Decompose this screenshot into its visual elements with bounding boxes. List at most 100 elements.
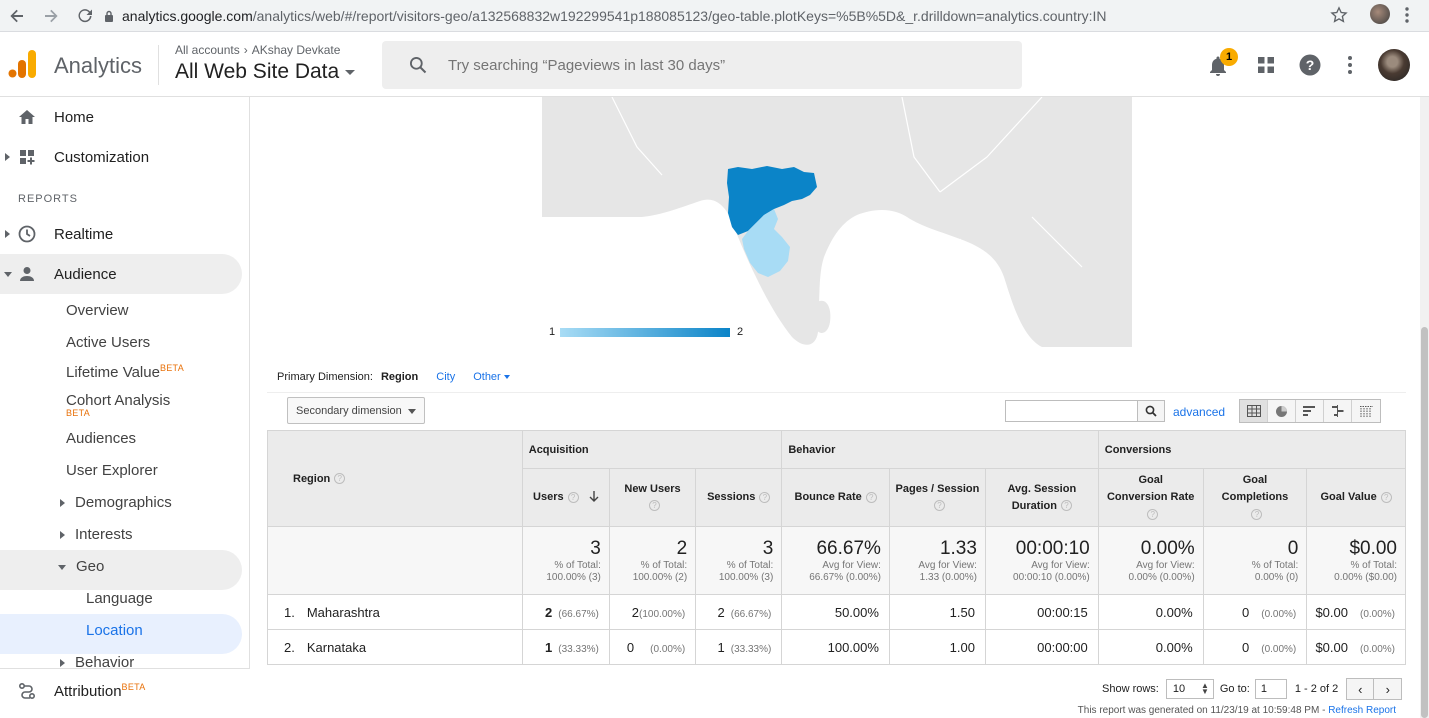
address-bar[interactable]: analytics.google.com/analytics/web/#/rep… (104, 4, 1394, 28)
help-icon[interactable]: ? (1380, 491, 1392, 503)
account-breadcrumb[interactable]: All accounts › AKshay Devkate (175, 43, 340, 57)
scrollbar-thumb[interactable] (1421, 327, 1428, 718)
app-header: Analytics All accounts › AKshay Devkate Al… (0, 33, 1429, 97)
region-link[interactable]: Karnataka (307, 640, 366, 655)
sidebar-item-lifetime-value[interactable]: Lifetime ValueBETA (66, 363, 184, 381)
back-icon[interactable] (6, 5, 28, 27)
sidebar-item-audiences[interactable]: Audiences (66, 430, 136, 447)
table-filter-input[interactable] (1005, 400, 1138, 422)
cell-percent: (0.00%) (1261, 643, 1297, 655)
sidebar-item-location[interactable]: Location (86, 622, 143, 639)
goal-conversion-rate-cell: 0.00% (1097, 629, 1204, 665)
help-icon[interactable]: ? (1147, 508, 1159, 520)
analytics-logo-icon[interactable] (8, 49, 38, 79)
more-vert-icon[interactable] (1347, 55, 1353, 75)
total-detail: 100.00% (2) (632, 571, 688, 583)
sidebar-label: Geo (76, 558, 105, 575)
row-index: 2. (284, 639, 295, 655)
dimension-other[interactable]: Other (473, 371, 510, 383)
geo-map[interactable] (542, 97, 1132, 349)
sidebar-item-user-explorer[interactable]: User Explorer (66, 462, 158, 479)
column-header-goal-conversion-rate[interactable]: Goal Conversion Rate? (1097, 468, 1204, 527)
column-label: Sessions (707, 491, 756, 503)
column-header-pages-per-session[interactable]: Pages / Session? (888, 468, 986, 527)
next-page-button[interactable]: › (1374, 679, 1402, 699)
region-cell: 2. Karnataka (267, 629, 523, 665)
help-icon[interactable]: ? (759, 491, 771, 503)
sidebar-item-overview[interactable]: Overview (66, 302, 129, 319)
rows-per-page-select[interactable]: 10 ▲ ▼ (1165, 679, 1214, 699)
help-icon[interactable]: ? (334, 473, 346, 485)
total-value: 0.00% (1140, 537, 1195, 559)
app-name: Analytics (54, 53, 143, 78)
sidebar-item-interests[interactable]: Interests (60, 526, 133, 543)
apps-grid-icon[interactable] (1257, 56, 1275, 74)
help-icon[interactable]: ? (933, 500, 945, 512)
sidebar-label: Cohort Analysis (66, 392, 171, 409)
bookmark-star-icon[interactable] (1330, 6, 1348, 24)
column-header-goal-value[interactable]: Goal Value? (1306, 468, 1406, 527)
cell-value: 2 (631, 604, 640, 620)
column-header-avg-session-duration[interactable]: Avg. Session Duration? (984, 468, 1099, 527)
column-header-region[interactable]: Region? (267, 430, 523, 527)
forward-icon[interactable] (40, 5, 62, 27)
help-icon[interactable]: ? (649, 500, 661, 512)
table-filter-search-button[interactable] (1137, 400, 1165, 422)
performance-view-icon[interactable] (1296, 400, 1324, 422)
reload-icon[interactable] (74, 5, 96, 27)
help-icon[interactable]: ? (1251, 508, 1263, 520)
avg-duration-cell: 00:00:00 (984, 629, 1099, 665)
total-value: 2 (676, 537, 688, 559)
total-caption: Avg for View: (822, 559, 881, 571)
notification-badge: 1 (1220, 48, 1238, 66)
sidebar-item-language[interactable]: Language (86, 590, 153, 607)
total-detail: 0.00% ($0.00) (1334, 571, 1397, 583)
help-icon[interactable]: ? (1299, 54, 1321, 76)
pivot-view-icon[interactable] (1352, 400, 1380, 422)
help-icon[interactable]: ? (865, 491, 877, 503)
search-input[interactable] (448, 56, 1008, 74)
collapse-arrow-icon (58, 564, 66, 570)
sidebar-item-active-users[interactable]: Active Users (66, 334, 150, 351)
column-header-bounce-rate[interactable]: Bounce Rate? (781, 468, 890, 527)
column-header-goal-completions[interactable]: Goal Completions? (1202, 468, 1308, 527)
column-label: Goal Value (1320, 491, 1377, 503)
comparison-view-icon[interactable] (1324, 400, 1352, 422)
property-selector[interactable]: All Web Site Data (175, 60, 356, 84)
table-view-icon[interactable] (1240, 400, 1268, 422)
user-avatar[interactable] (1378, 49, 1410, 81)
pie-view-icon[interactable] (1268, 400, 1296, 422)
goto-page-input[interactable]: 1 (1254, 679, 1287, 699)
help-icon[interactable]: ? (1060, 500, 1072, 512)
browser-profile-avatar[interactable] (1370, 4, 1390, 24)
dimension-region[interactable]: Region (381, 371, 418, 383)
sort-desc-arrow-icon (589, 491, 599, 503)
cell-percent: (66.67%) (730, 608, 772, 620)
secondary-dimension-dropdown[interactable]: Secondary dimension (287, 397, 425, 424)
sidebar-item-geo[interactable]: Geo (58, 558, 104, 575)
sidebar-label: Attribution (54, 683, 122, 700)
column-header-sessions[interactable]: Sessions? (695, 468, 783, 527)
beta-tag: BETA (159, 363, 184, 373)
column-header-new-users[interactable]: New Users? (608, 468, 697, 527)
page-scrollbar[interactable] (1420, 97, 1429, 718)
total-cell: 66.67% Avg for View: 66.67% (0.00%) (781, 526, 890, 595)
prev-page-button[interactable]: ‹ (1347, 679, 1375, 699)
dimension-city[interactable]: City (436, 371, 455, 383)
advanced-filter-link[interactable]: advanced (1173, 405, 1225, 419)
refresh-report-link[interactable]: Refresh Report (1328, 705, 1396, 716)
attribution-icon (18, 682, 36, 700)
report-content: 1 2 Primary Dimension: Region City Other… (251, 97, 1420, 718)
region-link[interactable]: Maharashtra (307, 605, 380, 620)
legend-min: 1 (549, 326, 556, 338)
sidebar-item-demographics[interactable]: Demographics (60, 494, 172, 511)
group-header-acquisition: Acquisition (521, 430, 783, 469)
total-caption: % of Total: (640, 559, 688, 571)
column-header-users[interactable]: Users? (521, 468, 610, 527)
new-users-cell: 0 (0.00%) (608, 629, 697, 665)
goto-label: Go to: (1219, 683, 1250, 695)
browser-menu-icon[interactable] (1404, 6, 1410, 24)
help-icon[interactable]: ? (567, 491, 579, 503)
sidebar-item-cohort-analysis[interactable]: Cohort Analysis BETA (66, 392, 170, 418)
search-bar[interactable] (382, 41, 1022, 89)
